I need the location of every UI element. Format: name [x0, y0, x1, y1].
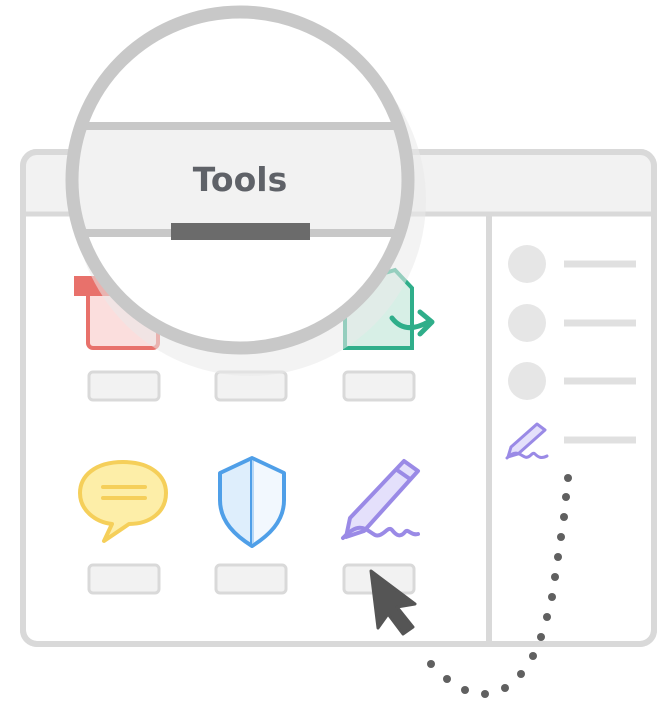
tool-label-1 — [87, 370, 161, 402]
tool-label-4 — [87, 563, 161, 595]
side-item-dot-2 — [508, 304, 546, 342]
side-item-dot-3 — [508, 362, 546, 400]
tools-tab-underline — [171, 223, 310, 240]
tool-label-5 — [214, 563, 288, 595]
tool-label-3 — [342, 370, 416, 402]
tools-illustration — [20, 5, 657, 698]
side-item-dot-1 — [508, 245, 546, 283]
tools-tab-label[interactable]: Tools — [150, 160, 330, 199]
tool-label-2 — [214, 370, 288, 402]
